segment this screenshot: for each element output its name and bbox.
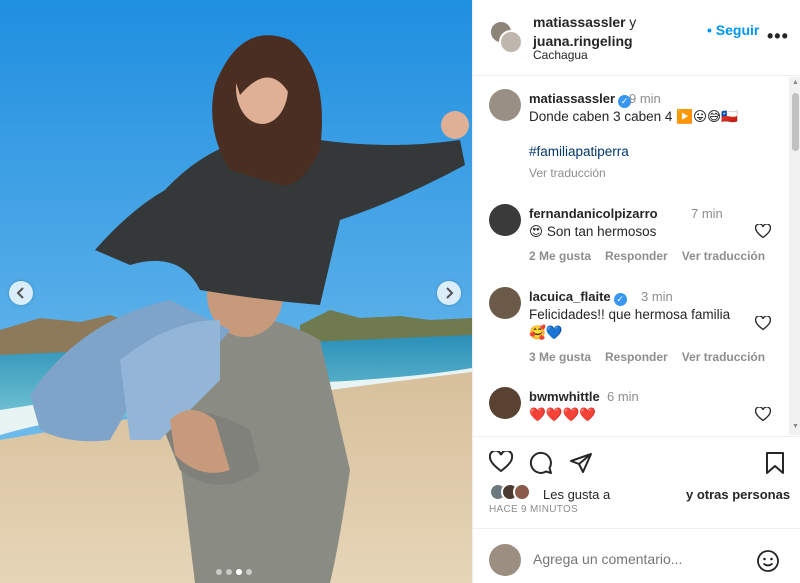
comment-input[interactable] xyxy=(533,551,753,567)
like-comment-heart-icon[interactable] xyxy=(755,407,771,422)
comment-author-name[interactable]: lacuica_flaite xyxy=(529,289,611,304)
reply-button[interactable]: Responder xyxy=(605,249,668,263)
more-options-button[interactable]: ••• xyxy=(767,26,789,47)
liked-by-avatars[interactable] xyxy=(489,483,531,501)
caption-time: 9 min xyxy=(629,91,661,106)
carousel-indicator xyxy=(216,569,252,575)
comment-meta: 2 Me gusta Responder Ver traducción xyxy=(529,249,765,263)
like-heart-icon[interactable] xyxy=(489,451,513,473)
comment-time: 6 min xyxy=(607,389,639,404)
carousel-dot xyxy=(246,569,252,575)
post-timestamp: HACE 9 MINUTOS xyxy=(489,504,579,515)
caption-body: Donde caben 3 caben 4 xyxy=(529,109,673,124)
post-header: matiassassler y juana.ringeling Cachagua… xyxy=(473,0,800,76)
avatar[interactable] xyxy=(489,544,521,576)
comment-bubble-icon[interactable] xyxy=(529,451,553,475)
caption-text: Donde caben 3 caben 4 ▶️😛😅🇨🇱 xyxy=(529,109,738,125)
comment-meta: 3 Me gusta Responder Ver traducción xyxy=(529,350,765,364)
location-link[interactable]: Cachagua xyxy=(533,48,588,62)
add-comment-bar xyxy=(473,528,800,583)
chevron-left-icon xyxy=(16,287,24,299)
avatar[interactable] xyxy=(489,387,521,419)
username-link[interactable]: matiassassler xyxy=(533,14,626,30)
chevron-right-icon xyxy=(446,287,454,299)
comment-text: ❤️❤️❤️❤️ xyxy=(529,407,597,422)
avatar[interactable] xyxy=(489,204,521,236)
avatar[interactable] xyxy=(489,287,521,319)
hashtag-link[interactable]: #familiapatiperra xyxy=(529,144,629,159)
translate-link[interactable]: Ver traducción xyxy=(529,166,606,180)
reply-button[interactable]: Responder xyxy=(605,350,668,364)
next-slide-button[interactable] xyxy=(437,281,461,305)
follow-label: Seguir xyxy=(715,22,760,38)
translate-link[interactable]: Ver traducción xyxy=(682,249,765,263)
post-side-panel: matiassassler y juana.ringeling Cachagua… xyxy=(472,0,800,583)
comment-text: Felicidades!! que hermosa familia xyxy=(529,307,731,322)
comment-time: 7 min xyxy=(691,206,723,221)
share-send-icon[interactable] xyxy=(569,451,593,475)
carousel-dot xyxy=(216,569,222,575)
caption-emoji: ▶️😛😅🇨🇱 xyxy=(676,109,738,124)
likes-others-link[interactable]: y otras personas xyxy=(686,487,790,502)
comment-text: 😍 Son tan hermosos xyxy=(529,224,657,239)
like-comment-heart-icon[interactable] xyxy=(755,224,771,239)
avatar[interactable] xyxy=(499,30,523,54)
carousel-dot xyxy=(226,569,232,575)
post-photo xyxy=(0,0,472,583)
comment-author[interactable]: fernandanicolpizarro xyxy=(529,206,658,221)
scroll-thumb[interactable] xyxy=(792,93,799,151)
translate-link[interactable]: Ver traducción xyxy=(682,350,765,364)
conjunction: y xyxy=(629,14,637,30)
collab-usernames: matiassassler y juana.ringeling xyxy=(533,13,636,51)
caption-author-name[interactable]: matiassassler xyxy=(529,91,615,106)
caption-author[interactable]: matiassassler ✓ xyxy=(529,91,632,108)
username-link[interactable]: juana.ringeling xyxy=(533,33,633,49)
verified-badge-icon: ✓ xyxy=(613,293,627,306)
caption-translate[interactable]: Ver traducción xyxy=(529,166,606,180)
scroll-down-arrow-icon[interactable]: ▼ xyxy=(792,423,799,430)
comment-likes[interactable]: 3 Me gusta xyxy=(529,350,591,364)
avatar[interactable] xyxy=(489,89,521,121)
comments-scrollbar[interactable]: ▲ ▼ xyxy=(789,77,800,435)
save-bookmark-icon[interactable] xyxy=(765,451,785,475)
emoji-smiley-icon[interactable] xyxy=(756,549,780,573)
carousel-dot-active xyxy=(236,569,242,575)
comment-likes[interactable]: 2 Me gusta xyxy=(529,249,591,263)
likes-prefix: Les gusta a xyxy=(543,487,611,502)
post-media[interactable] xyxy=(0,0,472,583)
like-comment-heart-icon[interactable] xyxy=(755,316,771,331)
previous-slide-button[interactable] xyxy=(9,281,33,305)
comment-author[interactable]: lacuica_flaite ✓ xyxy=(529,289,627,306)
comments-list[interactable]: matiassassler ✓ 9 min Donde caben 3 caben… xyxy=(473,77,800,435)
scroll-up-arrow-icon[interactable]: ▲ xyxy=(792,79,799,86)
follow-button[interactable]: • Seguir xyxy=(707,22,759,38)
comment-author[interactable]: bwmwhittle xyxy=(529,389,600,404)
comment-emoji: 🥰💙 xyxy=(529,325,563,340)
collab-avatars[interactable] xyxy=(489,20,523,54)
comment-time: 3 min xyxy=(641,289,673,304)
avatar[interactable] xyxy=(513,483,531,501)
